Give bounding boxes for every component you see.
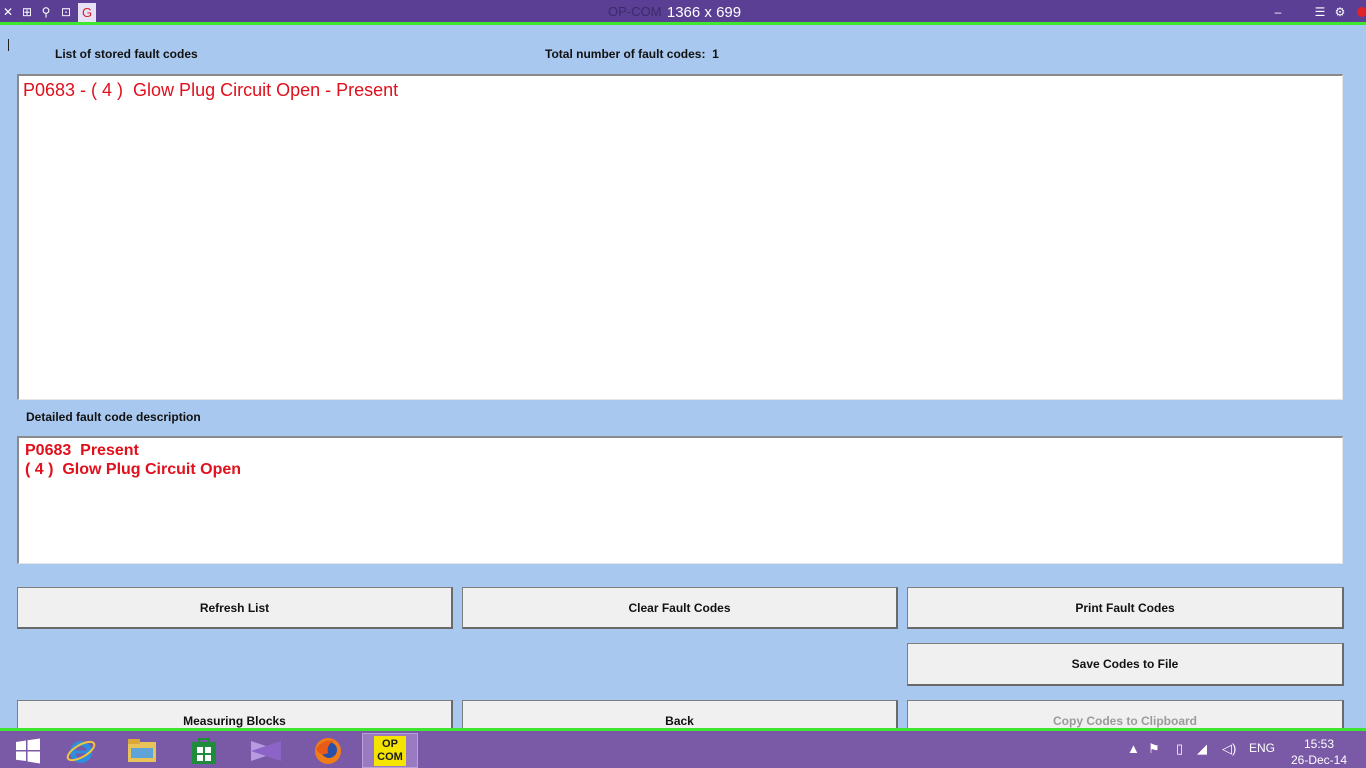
battery-icon[interactable]: ▯ [1176,741,1183,757]
visual-studio-task[interactable] [238,733,294,768]
clock-date[interactable]: 26-Dec-14 [1291,753,1347,767]
opcom-logo-line1: OP [382,737,398,750]
opcom-logo-icon: OP COM [374,735,406,766]
show-hidden-icons-icon[interactable]: ▲ [1127,741,1140,756]
save-codes-button[interactable]: Save Codes to File [907,643,1344,686]
window-title: OP-COM [608,4,662,19]
list-item[interactable]: P0683 - ( 4 ) Glow Plug Circuit Open - P… [23,80,398,101]
store-task[interactable] [176,733,232,768]
language-indicator[interactable]: ENG [1249,741,1275,755]
clock-time[interactable]: 15:53 [1304,737,1334,751]
total-prefix: Total number of fault codes: [545,47,706,61]
print-fault-codes-button[interactable]: Print Fault Codes [907,587,1344,629]
action-center-flag-icon[interactable]: ⚑ [1148,741,1160,757]
fault-detail-box[interactable]: P0683 Present ( 4 ) Glow Plug Circuit Op… [17,436,1343,564]
firefox-task[interactable] [300,733,356,768]
menu-icon[interactable]: ☰ [1312,4,1328,20]
file-explorer-task[interactable] [114,733,170,768]
fault-codes-window: List of stored fault codes Total number … [0,25,1366,742]
detail-line-description: ( 4 ) Glow Plug Circuit Open [25,461,242,478]
fault-code-list[interactable]: P0683 - ( 4 ) Glow Plug Circuit Open - P… [17,74,1343,400]
lock-icon[interactable]: ⊡ [58,4,74,20]
firefox-icon [315,737,341,764]
internet-explorer-icon [66,740,96,763]
app-g-icon[interactable]: G [78,3,96,22]
search-icon[interactable]: ⚲ [38,4,54,20]
close-icon[interactable]: ✕ [0,4,16,20]
minimize-icon[interactable]: – [1270,4,1286,20]
internet-explorer-task[interactable] [53,733,109,768]
folder-icon [128,738,156,762]
title-bar: ✕ ⊞ ⚲ ⊡ G OP-COM 1366 x 699 – ☰ ⚙ [0,0,1366,25]
detail-heading: Detailed fault code description [26,410,201,424]
total-count-label: Total number of fault codes: 1 [545,47,719,61]
resolution-overlay: 1366 x 699 [661,2,747,24]
clear-fault-codes-button[interactable]: Clear Fault Codes [462,587,898,629]
detail-line-code: P0683 Present [25,442,139,459]
taskbar: OP COM ▲ ⚑ ▯ ◢ ◁) ENG 15:53 26-Dec-14 [0,728,1366,768]
store-icon [192,737,216,764]
text-cursor [8,39,9,51]
window-icon[interactable]: ⊞ [19,4,35,20]
settings-icon[interactable]: ⚙ [1332,4,1348,20]
opcom-logo-line2: COM [377,750,403,763]
total-count-value: 1 [712,47,719,61]
stored-list-label: List of stored fault codes [55,47,198,61]
volume-icon[interactable]: ◁) [1222,741,1236,757]
refresh-list-button[interactable]: Refresh List [17,587,453,629]
record-indicator-icon [1357,7,1366,17]
network-signal-icon[interactable]: ◢ [1197,741,1207,757]
opcom-task[interactable]: OP COM [362,733,418,768]
visual-studio-icon [251,740,281,761]
windows-logo-icon [16,738,40,763]
start-button[interactable] [0,733,56,768]
